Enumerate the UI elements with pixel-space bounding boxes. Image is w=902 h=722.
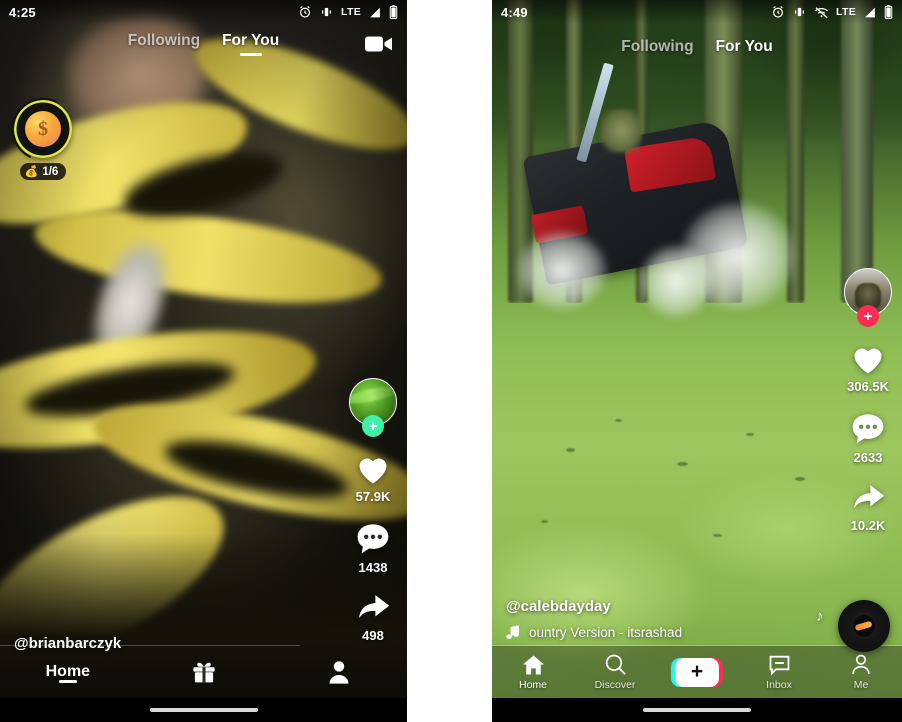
coin-progress-ring: $ <box>14 100 72 158</box>
tab-for-you[interactable]: For You <box>716 38 773 62</box>
nav-item-home[interactable]: Home <box>0 663 136 683</box>
status-bar: 4:49 LTE <box>492 0 902 24</box>
alarm-icon <box>773 6 784 18</box>
disc-album-art <box>853 615 875 637</box>
music-note-icon: ♪ <box>816 608 824 625</box>
vibrate-icon <box>795 7 804 17</box>
status-clock: 4:25 <box>9 4 36 20</box>
like-button[interactable]: 57.9K <box>355 452 391 504</box>
home-indicator-area <box>0 698 407 722</box>
nav-item-create[interactable]: + <box>656 657 738 687</box>
screenshot-stage: 4:25 LTE Following For You $ 💰 1/6 + 57.… <box>0 0 902 722</box>
inbox-icon <box>769 655 789 676</box>
home-icon <box>522 655 544 674</box>
interaction-sidebar: + 306.5K 2633 10.2K <box>844 268 892 551</box>
creator-avatar-button[interactable]: + <box>349 378 397 437</box>
music-disc <box>838 600 890 652</box>
create-plus-label: + <box>690 659 704 683</box>
music-title: ountry Version - itsrashad <box>529 624 683 640</box>
nav-item-profile[interactable] <box>271 659 407 685</box>
like-count: 57.9K <box>355 489 391 504</box>
heart-icon <box>854 348 882 374</box>
network-type-label: LTE <box>341 6 361 18</box>
comment-count: 1438 <box>358 560 388 575</box>
like-button[interactable]: 306.5K <box>847 342 889 394</box>
comment-icon <box>357 524 389 554</box>
wifi-off-icon <box>815 6 828 18</box>
share-arrow-icon <box>854 485 885 508</box>
tab-active-underline <box>239 53 262 56</box>
search-icon <box>605 654 626 675</box>
status-clock: 4:49 <box>501 4 528 20</box>
gift-icon <box>192 662 215 683</box>
music-disc-button[interactable]: ♪ <box>816 600 890 652</box>
money-bag-icon: 💰 <box>24 166 39 178</box>
home-indicator[interactable] <box>643 708 751 712</box>
bottom-navigation: Home <box>0 646 407 698</box>
feed-tabs: Following For You <box>492 38 902 62</box>
share-button[interactable]: 498 <box>355 593 391 643</box>
profile-icon <box>329 661 349 684</box>
nav-label-home: Home <box>45 663 91 680</box>
comment-icon <box>852 414 884 444</box>
create-plus-icon[interactable]: + <box>671 657 723 687</box>
phone-right: 4:49 LTE Following For You + 306.5K 2633… <box>492 0 902 722</box>
follow-plus-button[interactable]: + <box>857 305 879 327</box>
comment-count: 2633 <box>853 450 883 465</box>
heart-icon <box>359 458 387 484</box>
coin-progress-text: 1/6 <box>42 165 59 178</box>
status-icons: LTE <box>771 5 893 19</box>
video-caption: @calebdayday ountry Version - itsrashad <box>506 598 682 640</box>
music-note-icon <box>506 625 520 639</box>
nav-item-gift[interactable] <box>136 659 272 685</box>
vibrate-icon <box>322 7 331 17</box>
nav-item-me[interactable]: Me <box>820 653 902 691</box>
nav-label-inbox: Inbox <box>766 678 792 691</box>
tab-for-you-label: For You <box>715 38 773 55</box>
signal-icon <box>370 7 380 17</box>
comment-button[interactable]: 2633 <box>850 412 886 465</box>
creator-username[interactable]: @calebdayday <box>506 598 682 615</box>
rewards-coin-widget[interactable]: $ 💰 1/6 <box>14 100 72 180</box>
nav-item-discover[interactable]: Discover <box>574 653 656 691</box>
coin-icon: $ <box>25 111 61 147</box>
share-count: 498 <box>362 628 384 643</box>
tab-following[interactable]: Following <box>128 32 200 56</box>
tab-following[interactable]: Following <box>621 38 693 62</box>
status-bar: 4:25 LTE <box>0 0 407 24</box>
share-arrow-icon <box>359 595 390 618</box>
nav-item-home[interactable]: Home <box>492 654 574 691</box>
status-icons: LTE <box>298 5 398 19</box>
feed-tabs: Following For You <box>0 32 407 56</box>
music-row[interactable]: ountry Version - itsrashad <box>506 624 682 640</box>
person-icon <box>852 654 870 674</box>
phone-left: 4:25 LTE Following For You $ 💰 1/6 + 57.… <box>0 0 407 722</box>
nav-label-me: Me <box>853 679 869 691</box>
home-indicator-area <box>492 698 902 722</box>
share-count: 10.2K <box>850 518 886 533</box>
nav-label-home: Home <box>518 678 547 691</box>
nav-active-underline <box>58 680 77 683</box>
live-camera-button[interactable] <box>365 34 393 59</box>
battery-icon <box>884 5 893 19</box>
nav-item-inbox[interactable]: Inbox <box>738 654 820 691</box>
alarm-icon <box>300 6 311 18</box>
home-indicator[interactable] <box>149 708 258 712</box>
tab-for-you-label: For You <box>222 32 280 49</box>
like-count: 306.5K <box>847 379 889 394</box>
comment-button[interactable]: 1438 <box>355 522 391 575</box>
signal-icon <box>865 7 875 17</box>
network-type-label: LTE <box>836 6 856 18</box>
nav-label-discover: Discover <box>594 679 636 691</box>
battery-icon <box>389 5 398 19</box>
follow-plus-button[interactable]: + <box>362 415 384 437</box>
coin-progress-badge: 💰 1/6 <box>19 163 67 180</box>
share-button[interactable]: 10.2K <box>850 483 886 533</box>
interaction-sidebar: + 57.9K 1438 498 <box>349 378 397 661</box>
creator-avatar-button[interactable]: + <box>844 268 892 327</box>
tab-for-you[interactable]: For You <box>222 32 279 56</box>
video-camera-icon <box>365 36 392 52</box>
bottom-navigation: Home Discover + Inbox Me <box>492 646 902 698</box>
